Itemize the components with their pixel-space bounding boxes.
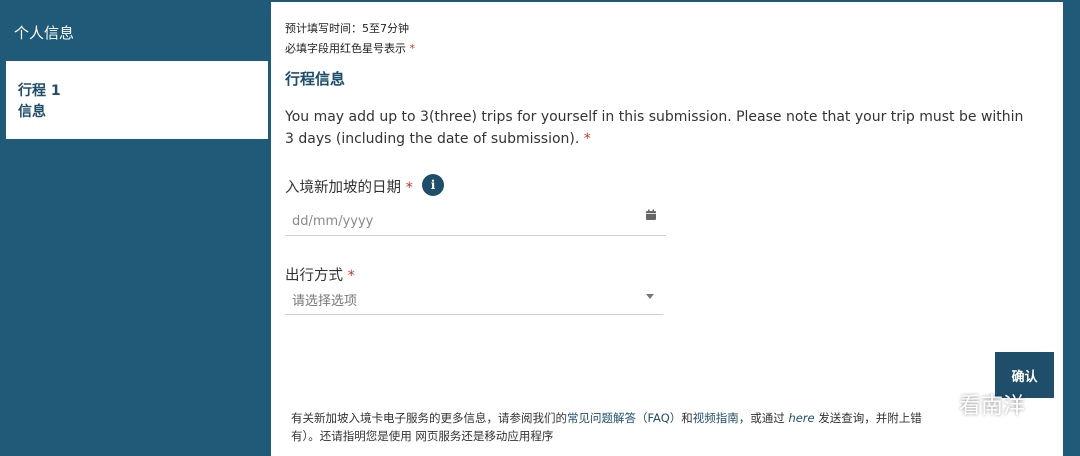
trip-description-text: You may add up to 3(three) trips for you… [285,109,1024,147]
arrival-date-label: 入境新加坡的日期 * [285,176,413,197]
sidebar-item-label-line2: 信息 [18,104,46,120]
footer-text-or-via: ，或通过 [738,411,785,425]
info-icon[interactable]: i [422,174,444,196]
arrival-date-label-text: 入境新加坡的日期 [285,180,401,196]
wechat-icon [927,394,955,414]
watermark: 看南洋 [927,388,1025,420]
right-border-strip [1063,0,1080,456]
required-asterisk: * [347,268,355,284]
arrival-date-input[interactable] [285,207,666,236]
here-link[interactable]: here [788,411,814,425]
required-asterisk: * [409,42,416,55]
sidebar-item-trip-1[interactable]: 行程 1 信息 [6,61,268,139]
footer-text-and: 和 [681,411,693,425]
travel-mode-select[interactable]: 请选择选项 [285,285,663,315]
watermark-text: 看南洋 [959,394,1026,419]
footer-text-line2: 有）。还请指明您是使用 网页服务还是移动应用程序 [291,429,554,443]
required-asterisk: * [405,180,413,196]
sidebar-item-label: 个人信息 [14,24,75,42]
sidebar-item-label-line1: 行程 1 [18,83,61,99]
faq-link[interactable]: 常见问题解答（FAQ） [567,411,681,425]
estimated-time-note: 预计填写时间：5至7分钟 [285,22,409,35]
trip-description: You may add up to 3(three) trips for you… [285,106,1025,150]
footer-note: 有关新加坡入境卡电子服务的更多信息，请参阅我们的常见问题解答（FAQ）和视频指南… [291,409,1031,445]
travel-mode-placeholder: 请选择选项 [292,294,358,309]
travel-mode-label: 出行方式 * [285,264,355,285]
travel-mode-label-text: 出行方式 [285,268,343,284]
chevron-down-icon[interactable] [646,294,654,299]
section-title: 行程信息 [285,70,346,88]
sidebar-item-personal-info[interactable]: 个人信息 [0,0,270,60]
required-note: 必填字段用红色星号表示 * [285,40,415,56]
sidebar: 个人信息 行程 1 信息 [0,0,270,456]
video-guide-link[interactable]: 视频指南 [693,411,739,425]
required-asterisk: * [583,131,591,147]
calendar-icon[interactable] [645,209,657,221]
required-note-text: 必填字段用红色星号表示 [285,42,406,55]
footer-text-prefix: 有关新加坡入境卡电子服务的更多信息，请参阅我们的 [291,411,567,425]
footer-text-send-query: 发送查询，并附上错 [818,411,922,425]
